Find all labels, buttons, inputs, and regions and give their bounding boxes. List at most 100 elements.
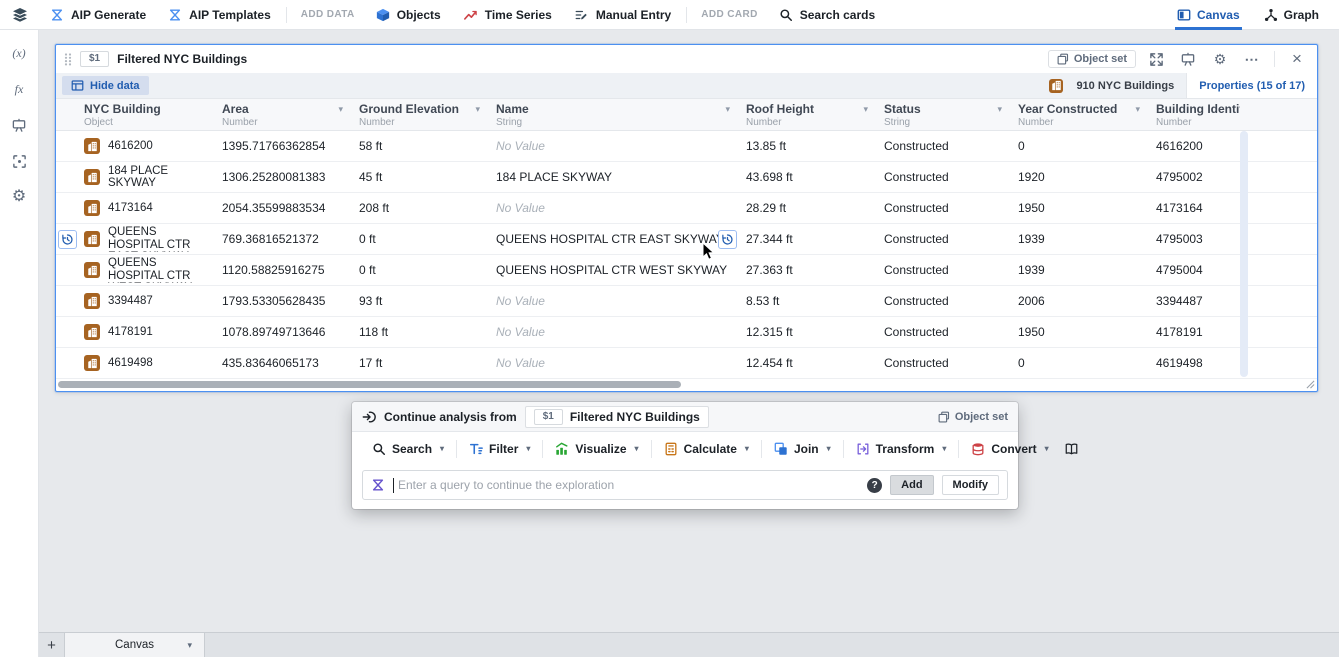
cell-building-identifier[interactable]: 3394487 [1150,286,1240,316]
cell-status[interactable]: Constructed [878,317,1012,347]
cell-building-identifier[interactable]: 4795002 [1150,162,1240,192]
cell-area[interactable]: 435.83646065173 [216,348,353,378]
functions-icon[interactable]: fx [8,79,30,99]
cell-name[interactable]: No Value [490,317,740,347]
search-action-button[interactable]: Search▾ [362,437,454,461]
properties-tab[interactable]: Properties (15 of 17) [1186,73,1317,98]
cell-name[interactable]: QUEENS HOSPITAL CTR WEST SKYWAY [490,255,740,285]
help-icon[interactable]: ? [867,478,882,493]
cell-ground-elevation[interactable]: 0 ft [353,255,490,285]
tab-graph[interactable]: Graph [1252,0,1331,30]
cell-building-identifier[interactable]: 4795004 [1150,255,1240,285]
vertical-scrollbar[interactable] [1240,131,1248,377]
cell-roof-height[interactable]: 43.698 ft [740,162,878,192]
cell-area[interactable]: 2054.35599883534 [216,193,353,223]
sort-chevron-icon[interactable]: ▾ [1135,104,1140,115]
table-row[interactable]: 184 PLACE SKYWAY1306.2528008138345 ft184… [56,162,1317,193]
cell-ground-elevation[interactable]: 0 ft [353,224,490,254]
tab-canvas[interactable]: Canvas [1165,0,1252,30]
variables-icon[interactable]: (x) [8,43,30,63]
cell-status[interactable]: Constructed [878,348,1012,378]
app-logo[interactable] [0,7,39,23]
settings-gear-icon[interactable]: ⚙ [8,187,30,207]
column-header-year-constructed[interactable]: Year ConstructedNumber▾ [1012,99,1150,130]
cell-name[interactable]: No Value [490,348,740,378]
column-header-nyc-building[interactable]: NYC BuildingObject [56,99,216,130]
table-row[interactable]: QUEENS HOSPITAL CTR EAST SKYWAY769.36816… [56,224,1317,255]
cell-roof-height[interactable]: 12.454 ft [740,348,878,378]
cell-nyc-building[interactable]: QUEENS HOSPITAL CTR EAST SKYWAY [56,224,216,254]
cell-year-constructed[interactable]: 0 [1012,131,1150,161]
cell-year-constructed[interactable]: 1920 [1012,162,1150,192]
calculate-action-button[interactable]: Calculate▾ [654,437,759,461]
cell-area[interactable]: 1793.53305628435 [216,286,353,316]
close-card-icon[interactable]: × [1285,48,1309,70]
table-row[interactable]: 41731642054.35599883534208 ftNo Value28.… [56,193,1317,224]
aip-templates-button[interactable]: AIP Templates [157,0,282,30]
filter-action-button[interactable]: Filter▾ [459,437,540,461]
cell-year-constructed[interactable]: 1950 [1012,317,1150,347]
table-row[interactable]: 41781911078.89749713646118 ftNo Value12.… [56,317,1317,348]
sort-chevron-icon[interactable]: ▾ [338,104,343,115]
card-settings-gear-icon[interactable]: ⚙ [1208,48,1232,70]
row-history-button[interactable] [58,230,77,249]
cell-roof-height[interactable]: 12.315 ft [740,317,878,347]
more-options-icon[interactable]: ⋯ [1240,48,1264,70]
cell-name[interactable]: No Value [490,193,740,223]
cell-nyc-building[interactable]: 4178191 [56,317,216,347]
cell-status[interactable]: Constructed [878,162,1012,192]
cell-status[interactable]: Constructed [878,286,1012,316]
cell-ground-elevation[interactable]: 17 ft [353,348,490,378]
column-header-area[interactable]: AreaNumber▾ [216,99,353,130]
cell-name[interactable]: No Value [490,131,740,161]
join-action-button[interactable]: Join▾ [764,437,841,461]
cell-status[interactable]: Constructed [878,255,1012,285]
cell-area[interactable]: 1395.71766362854 [216,131,353,161]
table-row[interactable]: 46162001395.7176636285458 ftNo Value13.8… [56,131,1317,162]
cell-roof-height[interactable]: 8.53 ft [740,286,878,316]
present-icon[interactable] [1176,48,1200,70]
presentation-icon[interactable] [8,115,30,135]
resize-handle-icon[interactable] [1306,380,1315,389]
cell-nyc-building[interactable]: 4173164 [56,193,216,223]
table-row[interactable]: QUEENS HOSPITAL CTR WEST SKYWAY1120.5882… [56,255,1317,286]
cell-roof-height[interactable]: 27.363 ft [740,255,878,285]
cell-nyc-building[interactable]: 3394487 [56,286,216,316]
table-row[interactable]: 33944871793.5330562843593 ftNo Value8.53… [56,286,1317,317]
cell-status[interactable]: Constructed [878,193,1012,223]
reference-book-icon[interactable] [1064,437,1079,461]
aip-generate-button[interactable]: AIP Generate [39,0,157,30]
cell-name[interactable]: QUEENS HOSPITAL CTR EAST SKYWAY [490,224,740,254]
column-header-ground-elevation[interactable]: Ground ElevationNumber▾ [353,99,490,130]
sort-chevron-icon[interactable]: ▾ [725,104,730,115]
visualize-action-button[interactable]: Visualize▾ [545,437,648,461]
add-button[interactable]: Add [890,475,933,495]
cell-area[interactable]: 769.36816521372 [216,224,353,254]
column-header-roof-height[interactable]: Roof HeightNumber▾ [740,99,878,130]
expand-icon[interactable] [1144,48,1168,70]
cell-building-identifier[interactable]: 4178191 [1150,317,1240,347]
cell-area[interactable]: 1306.25280081383 [216,162,353,192]
source-object-set[interactable]: $1 Filtered NYC Buildings [525,406,709,428]
cell-year-constructed[interactable]: 2006 [1012,286,1150,316]
drag-handle-icon[interactable] [64,53,72,66]
cell-ground-elevation[interactable]: 45 ft [353,162,490,192]
cell-status[interactable]: Constructed [878,224,1012,254]
cell-nyc-building[interactable]: QUEENS HOSPITAL CTR WEST SKYWAY [56,255,216,285]
focus-icon[interactable] [8,151,30,171]
cell-building-identifier[interactable]: 4795003 [1150,224,1240,254]
cell-year-constructed[interactable]: 1939 [1012,224,1150,254]
horizontal-scrollbar-thumb[interactable] [58,381,681,388]
table-row[interactable]: 4619498435.8364606517317 ftNo Value12.45… [56,348,1317,379]
time-series-button[interactable]: Time Series [452,0,563,30]
convert-action-button[interactable]: Convert▾ [961,437,1058,461]
object-set-chip[interactable]: Object set [1048,50,1136,68]
cell-roof-height[interactable]: 27.344 ft [740,224,878,254]
column-header-name[interactable]: NameString▾ [490,99,740,130]
modify-button[interactable]: Modify [942,475,999,495]
cell-nyc-building[interactable]: 4616200 [56,131,216,161]
cell-roof-height[interactable]: 28.29 ft [740,193,878,223]
cell-area[interactable]: 1120.58825916275 [216,255,353,285]
cell-name[interactable]: No Value [490,286,740,316]
column-header-building-identifier[interactable]: Building IdentifierNumber [1150,99,1240,130]
